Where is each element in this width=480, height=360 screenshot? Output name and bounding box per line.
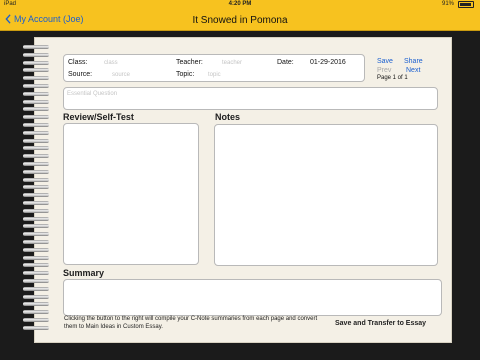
spiral-binding bbox=[23, 45, 51, 335]
spiral-ring bbox=[23, 271, 49, 276]
spiral-ring bbox=[23, 68, 49, 73]
spiral-ring bbox=[23, 84, 49, 88]
essential-question-field[interactable]: Essential Question bbox=[63, 87, 438, 110]
spiral-ring bbox=[23, 193, 49, 198]
summary-textarea[interactable] bbox=[63, 279, 442, 316]
spiral-ring bbox=[23, 208, 49, 213]
spiral-ring bbox=[23, 286, 49, 291]
spiral-ring bbox=[23, 294, 49, 299]
spiral-ring bbox=[23, 60, 49, 65]
spiral-ring bbox=[23, 279, 49, 283]
teacher-field[interactable]: teacher bbox=[222, 60, 268, 66]
notes-heading: Notes bbox=[215, 112, 241, 122]
review-textarea[interactable] bbox=[63, 123, 199, 265]
spiral-ring bbox=[23, 76, 49, 81]
spiral-ring bbox=[23, 310, 49, 315]
topic-field[interactable]: topic bbox=[208, 72, 268, 78]
share-button[interactable]: Share bbox=[404, 58, 423, 65]
next-button[interactable]: Next bbox=[406, 67, 420, 74]
spiral-ring bbox=[23, 91, 49, 96]
battery-percent: 91% bbox=[441, 1, 454, 7]
source-field[interactable]: source bbox=[112, 72, 168, 78]
date-label: Date: bbox=[277, 59, 294, 66]
spiral-ring bbox=[23, 216, 49, 221]
spiral-ring bbox=[23, 201, 49, 205]
class-label: Class: bbox=[68, 59, 88, 66]
source-label: Source: bbox=[68, 71, 93, 78]
page-title: It Snowed in Pomona bbox=[192, 15, 288, 26]
spiral-ring bbox=[23, 154, 49, 159]
spiral-ring bbox=[23, 302, 49, 307]
teacher-label: Teacher: bbox=[176, 59, 203, 66]
clock: 4:20 PM bbox=[228, 1, 252, 7]
spiral-ring bbox=[23, 130, 49, 135]
spiral-ring bbox=[23, 52, 49, 57]
save-button[interactable]: Save bbox=[377, 58, 393, 65]
spiral-ring bbox=[23, 247, 49, 252]
spiral-ring bbox=[23, 115, 49, 120]
topic-label: Topic: bbox=[176, 71, 195, 78]
spiral-ring bbox=[23, 45, 49, 49]
spiral-ring bbox=[23, 169, 49, 174]
spiral-ring bbox=[23, 185, 49, 190]
spiral-ring bbox=[23, 232, 49, 237]
summary-heading: Summary bbox=[63, 268, 105, 278]
spiral-ring bbox=[23, 318, 49, 322]
date-field[interactable]: 01-29-2016 bbox=[310, 59, 346, 66]
class-field[interactable]: class bbox=[104, 60, 164, 66]
essential-question-placeholder: Essential Question bbox=[67, 91, 118, 97]
spiral-ring bbox=[23, 99, 49, 104]
spiral-ring bbox=[23, 325, 49, 330]
spiral-ring bbox=[23, 162, 49, 166]
spiral-ring bbox=[23, 123, 49, 127]
save-transfer-button[interactable]: Save and Transfer to Essay bbox=[335, 320, 426, 327]
spiral-ring bbox=[23, 240, 49, 244]
spiral-ring bbox=[23, 146, 49, 151]
status-bar: iPad 4:20 PM 91% bbox=[0, 0, 480, 9]
spiral-ring bbox=[23, 138, 49, 143]
spiral-ring bbox=[23, 255, 49, 260]
battery-icon bbox=[458, 1, 474, 8]
spiral-ring bbox=[23, 107, 49, 112]
prev-button[interactable]: Prev bbox=[377, 67, 391, 74]
spiral-ring bbox=[23, 263, 49, 268]
spiral-ring bbox=[23, 177, 49, 182]
review-heading: Review/Self-Test bbox=[63, 112, 134, 122]
notes-textarea[interactable] bbox=[214, 124, 438, 266]
page-indicator: Page 1 of 1 bbox=[377, 75, 408, 81]
footer-note: Clicking the button to the right will co… bbox=[64, 316, 318, 330]
spiral-ring bbox=[23, 224, 49, 229]
navigation-bar: My Account (Joe) It Snowed in Pomona bbox=[0, 9, 480, 31]
